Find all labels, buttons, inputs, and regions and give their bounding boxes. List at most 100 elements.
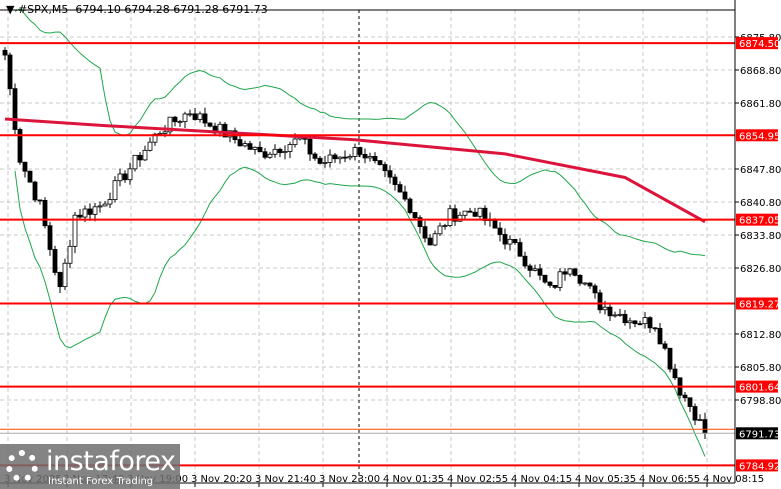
candle-body — [157, 133, 163, 135]
candle-body — [287, 144, 293, 152]
candle-body — [347, 156, 353, 159]
time-tick-label: 3 Nov 20:20 — [191, 474, 252, 485]
candle — [197, 111, 203, 123]
candle-body — [32, 181, 38, 201]
candle-body — [307, 138, 313, 155]
candle-body — [502, 234, 508, 245]
candle-body — [87, 208, 93, 215]
candle-body — [317, 157, 323, 164]
candle-body — [162, 131, 168, 134]
candle-body — [252, 146, 258, 150]
candle-body — [67, 245, 73, 264]
candle — [122, 170, 128, 183]
candle — [607, 304, 613, 322]
candle-body — [122, 173, 128, 181]
candle — [627, 317, 633, 329]
candle-body — [42, 200, 48, 227]
candle — [267, 151, 273, 159]
candle — [12, 83, 18, 135]
time-tick-label: 4 Nov 04:15 — [511, 474, 572, 485]
candle-body — [607, 306, 613, 317]
candle — [362, 148, 368, 164]
candle — [42, 197, 48, 229]
candle-body — [7, 54, 13, 90]
candle — [647, 316, 653, 333]
candle-body — [257, 146, 263, 153]
candle — [147, 137, 153, 152]
candle-body — [342, 156, 348, 159]
candle-body — [647, 317, 653, 329]
candle — [557, 268, 563, 292]
candle-body — [337, 156, 343, 160]
candle-body — [362, 154, 368, 159]
candle-body — [82, 208, 88, 218]
candle-body — [262, 151, 268, 158]
candle — [512, 238, 518, 245]
candle-body — [327, 154, 333, 163]
candle — [637, 320, 643, 326]
candle — [47, 221, 53, 256]
symbol-label: #SPX,M5 — [17, 3, 69, 16]
candle — [432, 230, 438, 247]
candle-body — [197, 113, 203, 120]
price-tick-label: 6833.80 — [740, 231, 781, 242]
candle — [57, 271, 63, 293]
candle-body — [132, 154, 138, 170]
bollinger-lower — [14, 166, 706, 457]
candle — [87, 203, 93, 221]
candle — [52, 245, 58, 276]
candle — [667, 347, 673, 373]
candle — [552, 284, 558, 290]
candle — [177, 119, 183, 127]
ohlc-values: 6794.10 6794.28 6791.28 6791.73 — [75, 3, 268, 16]
candle-body — [207, 122, 213, 127]
candle-body — [12, 88, 18, 130]
candle-body — [62, 262, 68, 288]
candle-body — [552, 284, 558, 288]
price-chart[interactable]: 6875.806868.806861.806847.806840.806833.… — [0, 0, 781, 489]
candle-body — [2, 49, 8, 56]
candle — [317, 156, 323, 165]
candle — [62, 258, 68, 291]
candle-body — [127, 168, 133, 181]
candle — [522, 251, 528, 269]
candle-body — [587, 282, 593, 287]
candle — [592, 283, 598, 299]
candle-body — [97, 205, 103, 208]
candle — [72, 211, 78, 254]
current-price-label: 6791.73 — [739, 429, 780, 440]
candle-body — [107, 199, 113, 205]
candle-body — [467, 210, 473, 213]
candle-body — [562, 271, 568, 275]
price-tick-label: 6868.80 — [740, 66, 781, 77]
candle — [307, 135, 313, 161]
candle-body — [247, 143, 253, 150]
candle-body — [432, 233, 438, 246]
candle — [167, 116, 173, 135]
candle — [442, 223, 448, 230]
candle — [137, 152, 143, 167]
candle — [187, 109, 193, 117]
candle-body — [377, 160, 383, 165]
candle-body — [412, 212, 418, 219]
candle — [427, 234, 433, 246]
chart-window: 6875.806868.806861.806847.806840.806833.… — [0, 0, 781, 489]
candle-body — [512, 238, 518, 243]
candle — [527, 263, 533, 278]
candle — [677, 377, 683, 399]
candle — [387, 165, 393, 184]
candle — [207, 122, 213, 128]
candle-body — [592, 285, 598, 294]
chart-title: ▼ #SPX,M5 6794.10 6794.28 6791.28 6791.7… — [6, 3, 268, 16]
candle-body — [77, 214, 83, 218]
candle-body — [352, 147, 358, 157]
candle — [17, 127, 23, 165]
candle — [262, 147, 268, 160]
time-tick-label: 3 Nov 23:00 — [319, 474, 380, 485]
candle-body — [407, 198, 413, 213]
candle — [132, 154, 138, 172]
candle — [322, 155, 328, 168]
candle — [92, 202, 98, 222]
candle — [397, 181, 403, 193]
candle — [367, 152, 373, 162]
